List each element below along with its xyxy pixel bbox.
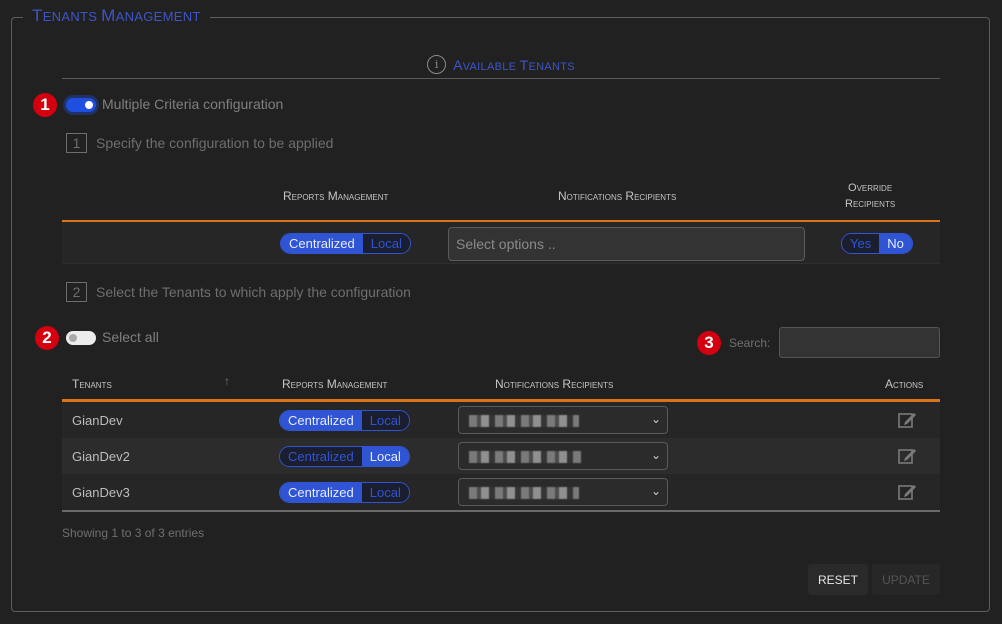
recipients-select[interactable]: ⌄ [458, 442, 668, 470]
header-notifications-recipients: Notifications Recipients [558, 189, 677, 203]
multiple-criteria-toggle[interactable] [66, 98, 96, 112]
chevron-down-icon: ⌄ [650, 412, 661, 426]
reports-management-toggle[interactable]: Centralized Local [279, 482, 410, 503]
override-recipients-toggle[interactable]: Yes No [841, 233, 913, 254]
tenants-table: Tenants ↑ Reports Management Notificatio… [62, 366, 940, 512]
sort-icon[interactable]: ↑ [224, 374, 230, 388]
header-override-recipients: Override Recipients [845, 182, 896, 210]
header-reports-management: Reports Management [282, 377, 388, 391]
step-1: 1 Specify the configuration to be applie… [66, 133, 333, 153]
header-actions: Actions [885, 377, 924, 391]
configuration-row: Centralized Local Select options .. Yes … [62, 222, 940, 264]
option-centralized[interactable]: Centralized [280, 411, 362, 430]
tenant-name: GianDev3 [72, 485, 130, 500]
annotation-badge-1: 1 [33, 93, 57, 117]
edit-icon[interactable] [897, 482, 917, 502]
step-1-number: 1 [66, 133, 87, 153]
reports-management-toggle[interactable]: Centralized Local [280, 233, 411, 254]
option-local[interactable]: Local [361, 483, 409, 502]
chevron-down-icon: ⌄ [650, 448, 661, 462]
option-centralized[interactable]: Centralized [281, 234, 363, 253]
table-row: GianDev Centralized Local ⌄ [62, 402, 940, 438]
panel-title: Tenants Management [23, 6, 210, 26]
recipients-value-blurred [469, 451, 581, 463]
annotation-badge-3: 3 [697, 331, 721, 355]
tenant-name: GianDev2 [72, 449, 130, 464]
info-icon[interactable]: i [427, 55, 447, 74]
tenants-table-header: Tenants ↑ Reports Management Notificatio… [62, 366, 940, 402]
recipients-value-blurred [469, 415, 579, 427]
notifications-recipients-select[interactable]: Select options .. [448, 227, 805, 261]
multiple-criteria-label: Multiple Criteria configuration [102, 96, 284, 112]
step-2-number: 2 [66, 282, 87, 302]
entries-info: Showing 1 to 3 of 3 entries [62, 526, 205, 540]
option-yes[interactable]: Yes [842, 234, 880, 253]
recipients-select[interactable]: ⌄ [458, 406, 668, 434]
select-all-toggle[interactable] [66, 331, 96, 345]
header-tenants[interactable]: Tenants [72, 377, 112, 391]
option-no[interactable]: No [879, 234, 912, 253]
reports-management-toggle[interactable]: Centralized Local [279, 446, 410, 467]
available-tenants-header: i Available Tenants [62, 51, 940, 79]
header-reports-management: Reports Management [283, 189, 389, 203]
header-notifications-recipients: Notifications Recipients [495, 377, 614, 391]
edit-icon[interactable] [897, 410, 917, 430]
recipients-select[interactable]: ⌄ [458, 478, 668, 506]
option-centralized[interactable]: Centralized [280, 483, 362, 502]
option-local[interactable]: Local [361, 447, 409, 466]
recipients-value-blurred [469, 487, 579, 499]
reports-management-toggle[interactable]: Centralized Local [279, 410, 410, 431]
step-2-label: Select the Tenants to which apply the co… [96, 284, 411, 300]
option-local[interactable]: Local [362, 234, 410, 253]
step-2: 2 Select the Tenants to which apply the … [66, 282, 411, 302]
table-row: GianDev3 Centralized Local ⌄ [62, 474, 940, 510]
tenant-name: GianDev [72, 413, 123, 428]
search-input[interactable] [779, 327, 940, 358]
search-label: Search: [729, 336, 771, 350]
configuration-table-header: Reports Management Notifications Recipie… [62, 172, 940, 222]
table-row: GianDev2 Centralized Local ⌄ [62, 438, 940, 474]
table-divider [62, 510, 940, 512]
chevron-down-icon: ⌄ [650, 484, 661, 498]
annotation-badge-2: 2 [35, 326, 59, 350]
available-tenants-title: Available Tenants [453, 56, 575, 73]
step-1-label: Specify the configuration to be applied [96, 135, 334, 151]
select-all-label: Select all [102, 329, 159, 345]
update-button[interactable]: UPDATE [872, 564, 940, 595]
configuration-table: Reports Management Notifications Recipie… [62, 172, 940, 264]
option-local[interactable]: Local [361, 411, 409, 430]
option-centralized[interactable]: Centralized [280, 447, 362, 466]
reset-button[interactable]: RESET [808, 564, 868, 595]
edit-icon[interactable] [897, 446, 917, 466]
